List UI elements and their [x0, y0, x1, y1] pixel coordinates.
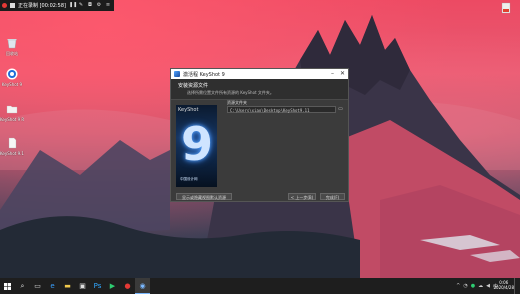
player-icon[interactable]: ▶: [105, 278, 120, 294]
screen-recorder-bar: 正在录制 [00:02:58] ❚❚ ✎ ◘ ⚙ ≡: [0, 0, 114, 11]
keyshot-app-icon: [174, 71, 180, 77]
splash-caption: 中国设计网: [180, 177, 198, 181]
desktop-icon-label: 回收站: [6, 51, 18, 56]
folder-icon: [6, 105, 18, 114]
record-indicator-icon: [2, 3, 7, 8]
file-explorer-icon[interactable]: ▬: [60, 278, 75, 294]
toggle-default-resources-button[interactable]: 显示或隐藏视图默认资源: [176, 193, 232, 200]
dialog-titlebar[interactable]: 激活程 KeyShot 9 – ✕: [171, 69, 348, 79]
cloud-icon[interactable]: ☁: [478, 283, 483, 289]
windows-icon: [4, 282, 11, 290]
camera-icon[interactable]: ◘: [87, 3, 93, 8]
clock[interactable]: 0:06 2020/4/28: [493, 280, 514, 290]
edge-icon[interactable]: e: [45, 278, 60, 294]
menu-icon[interactable]: ≡: [105, 3, 111, 8]
back-button[interactable]: < 上一步(B): [288, 193, 316, 200]
keyshot-splash-image: KeyShot 9 中国设计网: [176, 105, 217, 187]
recording-status: 正在录制 [00:02:58]: [18, 3, 66, 9]
keyshot-taskbar-icon[interactable]: ◉: [135, 278, 150, 294]
dialog-heading: 安装资源文件: [178, 83, 209, 89]
volume-icon[interactable]: ◀: [486, 283, 490, 289]
task-view-icon[interactable]: ▭: [30, 278, 45, 294]
stop-icon[interactable]: [10, 3, 15, 8]
desktop-icon-resources[interactable]: KeyShot 9 Resources: [0, 103, 24, 122]
wechat-icon[interactable]: ●: [471, 283, 475, 289]
pause-icon[interactable]: ❚❚: [69, 3, 77, 8]
desktop-icon-app[interactable]: [494, 2, 518, 16]
search-icon[interactable]: ⌕: [15, 278, 30, 294]
settings-icon[interactable]: ⚙: [96, 3, 102, 8]
desktop-icon-label: KeyShot 9 Resources: [0, 117, 24, 122]
desktop-icon-label: KeyShot 9.1: [0, 151, 24, 156]
desktop-icon-recycle-bin[interactable]: 回收站: [0, 37, 24, 56]
splash-version-number: 9: [180, 117, 213, 171]
keyshot-icon: [6, 68, 18, 80]
start-button[interactable]: [0, 278, 15, 294]
splash-brand: KeyShot: [178, 107, 199, 113]
store-icon[interactable]: ▣: [75, 278, 90, 294]
browse-folder-icon[interactable]: ▭: [337, 106, 344, 113]
show-hidden-icons-icon[interactable]: ^: [456, 283, 460, 289]
close-icon[interactable]: ✕: [340, 70, 345, 77]
desktop-icon-keyshot[interactable]: KeyShot 9: [0, 68, 24, 87]
dialog-subheading: 选择所需位置文件所有资源的 KeyShot 文件夹。: [187, 90, 274, 95]
document-icon: [8, 137, 17, 149]
photoshop-icon[interactable]: Ps: [90, 278, 105, 294]
clock-date: 2020/4/28: [493, 285, 514, 290]
system-tray: ^ ◔ ● ☁ ◀ 中: [456, 278, 498, 294]
recycle-bin-icon: [7, 39, 17, 49]
desktop-icon-document[interactable]: KeyShot 9.1: [0, 137, 24, 156]
draw-icon[interactable]: ✎: [78, 3, 84, 8]
keyshot-setup-dialog: 激活程 KeyShot 9 – ✕ 安装资源文件 选择所需位置文件所有资源的 K…: [170, 68, 349, 202]
recorder-icon[interactable]: ●: [120, 278, 135, 294]
minimize-icon[interactable]: –: [331, 70, 334, 77]
taskbar: ⌕ ▭ e ▬ ▣ Ps ▶ ● ◉ ^ ◔ ● ☁ ◀ 中 0:06 2020…: [0, 278, 520, 294]
network-icon[interactable]: ◔: [463, 283, 467, 289]
desktop-icon-label: KeyShot 9: [1, 82, 23, 87]
resource-path-input[interactable]: C:\Users\xiao\Desktop\KeyShot9.11: [227, 106, 336, 113]
dialog-title: 激活程 KeyShot 9: [183, 71, 225, 78]
app-icon: [501, 2, 511, 14]
notification-button[interactable]: [514, 278, 520, 294]
dialog-header: 安装资源文件 选择所需位置文件所有资源的 KeyShot 文件夹。: [171, 79, 348, 100]
finish-button[interactable]: 完成(F): [320, 193, 345, 200]
